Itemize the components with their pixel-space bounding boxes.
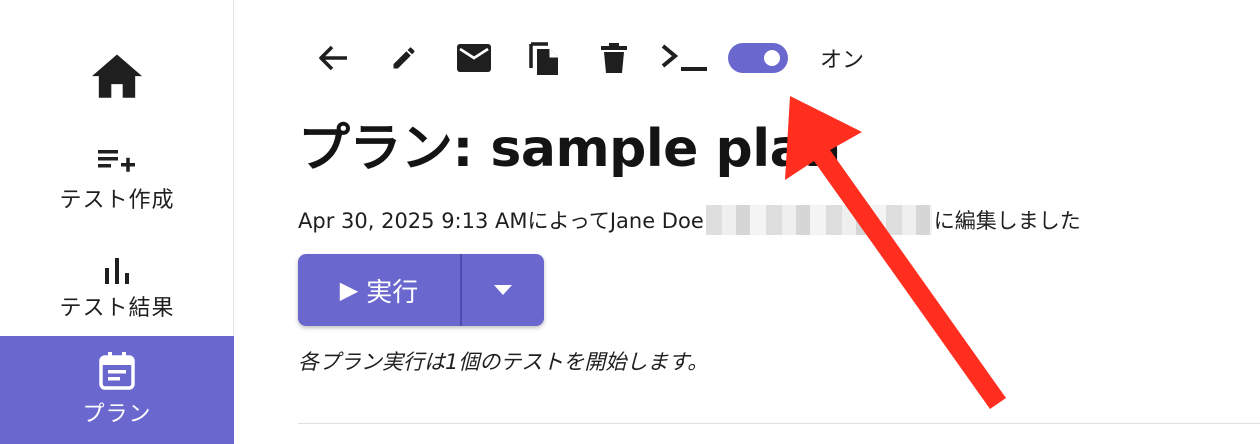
plan-enabled-toggle[interactable] <box>728 43 788 73</box>
email-button[interactable] <box>452 36 496 80</box>
plan-run-note: 各プラン実行は1個のテストを開始します。 <box>298 350 709 374</box>
edited-info: Apr 30, 2025 9:13 AMによってJane Doe に編集しました <box>298 205 1081 235</box>
run-options-dropdown[interactable] <box>462 254 544 326</box>
toggle-label: オン <box>820 48 865 73</box>
delete-icon <box>601 43 627 73</box>
edited-prefix: Apr 30, 2025 9:13 AMによってJane Doe <box>298 209 704 233</box>
cli-button[interactable] <box>660 36 708 80</box>
copy-icon <box>528 40 560 76</box>
sidebar-item-plan[interactable]: プラン <box>0 336 234 444</box>
bar-chart-icon <box>102 258 132 284</box>
event-note-icon <box>99 352 135 390</box>
redacted-email <box>705 205 932 235</box>
page-title: プラン: sample plan <box>298 119 841 179</box>
sidebar-item-test-results[interactable]: テスト結果 <box>0 250 234 330</box>
delete-button[interactable] <box>592 36 636 80</box>
sidebar: テスト作成 テスト結果 プラン <box>0 0 234 444</box>
play-icon: ▶ <box>339 276 359 304</box>
back-button[interactable] <box>312 36 356 80</box>
sidebar-item-label: プラン <box>82 402 152 427</box>
run-button-group: ▶ 実行 <box>298 254 544 326</box>
toggle-knob <box>764 50 780 66</box>
back-arrow-icon <box>319 45 349 71</box>
caret-down-icon <box>494 285 512 295</box>
home-icon <box>89 50 145 100</box>
duplicate-button[interactable] <box>522 36 566 80</box>
sidebar-item-create-test[interactable]: テスト作成 <box>0 140 234 220</box>
edited-suffix: に編集しました <box>933 209 1081 233</box>
plan-toolbar: オン <box>312 36 864 80</box>
sidebar-item-home[interactable] <box>0 40 234 110</box>
playlist-add-icon <box>98 146 136 176</box>
divider <box>298 423 1260 424</box>
edit-button[interactable] <box>382 36 426 80</box>
edit-icon <box>390 44 418 72</box>
terminal-icon <box>660 44 708 72</box>
run-button[interactable]: ▶ 実行 <box>298 254 462 326</box>
mail-icon <box>457 44 491 72</box>
sidebar-item-label: テスト結果 <box>59 296 175 321</box>
sidebar-item-label: テスト作成 <box>59 188 175 213</box>
run-button-label: 実行 <box>366 277 419 308</box>
